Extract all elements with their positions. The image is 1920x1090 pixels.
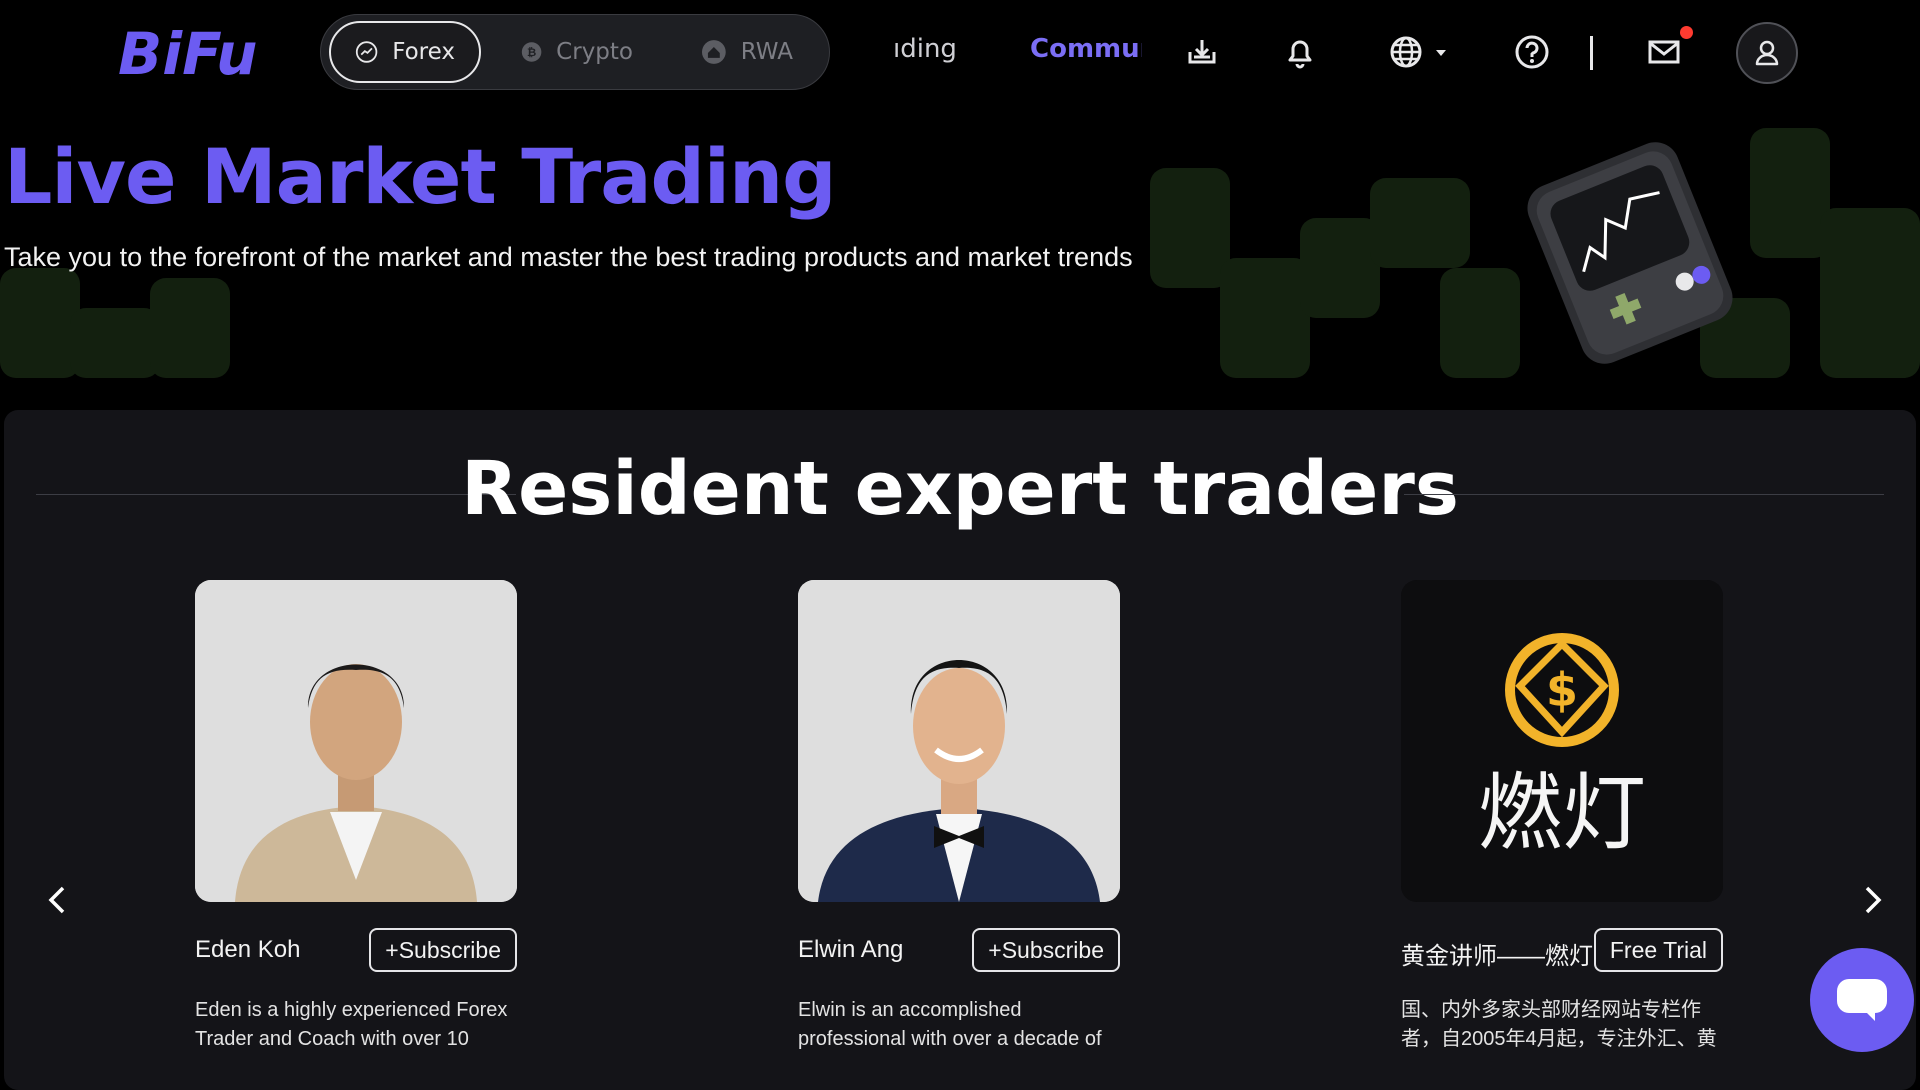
segment-rwa[interactable]: RWA <box>677 21 817 83</box>
expert-photo[interactable] <box>798 580 1120 902</box>
top-navigation-bar: BiFu Forex ₿ Crypto RWA ıding Commun <box>0 0 1920 108</box>
header-divider <box>1590 36 1593 70</box>
bell-icon[interactable] <box>1280 32 1320 72</box>
expert-traders-panel: Resident expert traders Eden Koh +Subscr… <box>4 410 1916 1090</box>
expert-name: 黄金讲师——燃灯 <box>1401 943 1593 970</box>
subscribe-button[interactable]: +Subscribe <box>369 928 517 972</box>
expert-description: Eden is a highly experienced Forex Trade… <box>195 999 508 1050</box>
expert-name: Elwin Ang <box>798 936 904 963</box>
help-icon[interactable] <box>1512 32 1552 72</box>
expert-logo-text: 燃灯 <box>1478 764 1646 862</box>
home-coin-icon <box>701 40 726 64</box>
mail-icon[interactable] <box>1644 32 1684 72</box>
carousel-prev-arrow[interactable] <box>38 880 78 920</box>
expert-description: Elwin is an accomplished professional wi… <box>798 999 1102 1050</box>
chevron-down-icon[interactable] <box>1432 44 1450 62</box>
hero-subtitle: Take you to the forefront of the market … <box>4 242 1133 272</box>
expert-card-header: Eden Koh +Subscribe <box>195 928 525 976</box>
hero-title: Live Market Trading <box>4 132 836 221</box>
title-rule-right <box>1404 494 1884 495</box>
bitcoin-icon: ₿ <box>521 42 542 62</box>
market-type-switcher: Forex ₿ Crypto RWA <box>320 14 830 90</box>
segment-crypto-label: Crypto <box>556 39 633 65</box>
section-title: Resident expert traders <box>461 446 1459 532</box>
chat-support-button[interactable] <box>1810 948 1914 1052</box>
expert-photo[interactable] <box>195 580 517 902</box>
expert-card[interactable]: Elwin Ang +Subscribe Elwin is an accompl… <box>798 580 1128 1054</box>
trend-chart-icon <box>355 41 378 63</box>
globe-icon[interactable] <box>1386 32 1426 72</box>
expert-logo-image[interactable]: $ 燃灯 <box>1401 580 1723 902</box>
expert-name: Eden Koh <box>195 936 301 963</box>
hero-banner: Live Market Trading Take you to the fore… <box>0 108 1920 378</box>
segment-rwa-label: RWA <box>740 39 793 65</box>
segment-forex-label: Forex <box>392 39 455 65</box>
trading-monitor-illustration <box>1527 142 1733 364</box>
svg-text:BiFu: BiFu <box>118 22 257 82</box>
download-icon[interactable] <box>1182 32 1222 72</box>
expert-card[interactable]: $ 燃灯 黄金讲师——燃灯 Free Trial 国、内外多家头部财经网站专栏作… <box>1401 580 1731 1054</box>
user-icon <box>1755 40 1779 66</box>
user-account-button[interactable] <box>1736 22 1798 84</box>
segment-crypto[interactable]: ₿ Crypto <box>497 21 657 83</box>
svg-text:₿: ₿ <box>527 45 536 59</box>
segment-forex[interactable]: Forex <box>329 21 481 83</box>
svg-text:$: $ <box>1546 663 1578 717</box>
expert-card-header: Elwin Ang +Subscribe <box>798 928 1128 976</box>
notification-dot <box>1680 26 1693 39</box>
carousel-next-arrow[interactable] <box>1852 880 1892 920</box>
nav-community[interactable]: Commun <box>1030 34 1142 70</box>
expert-card[interactable]: Eden Koh +Subscribe Eden is a highly exp… <box>195 580 525 1054</box>
chat-bubble-icon <box>1837 979 1887 1021</box>
expert-card-header: 黄金讲师——燃灯 Free Trial <box>1401 928 1731 976</box>
subscribe-button[interactable]: +Subscribe <box>972 928 1120 972</box>
bifu-logo[interactable]: BiFu <box>118 22 296 82</box>
nav-trading[interactable]: ıding <box>893 34 955 70</box>
expert-description: 国、内外多家头部财经网站专栏作者，自2005年4月起，专注外汇、黄 <box>1401 999 1717 1050</box>
free-trial-button[interactable]: Free Trial <box>1593 928 1723 972</box>
